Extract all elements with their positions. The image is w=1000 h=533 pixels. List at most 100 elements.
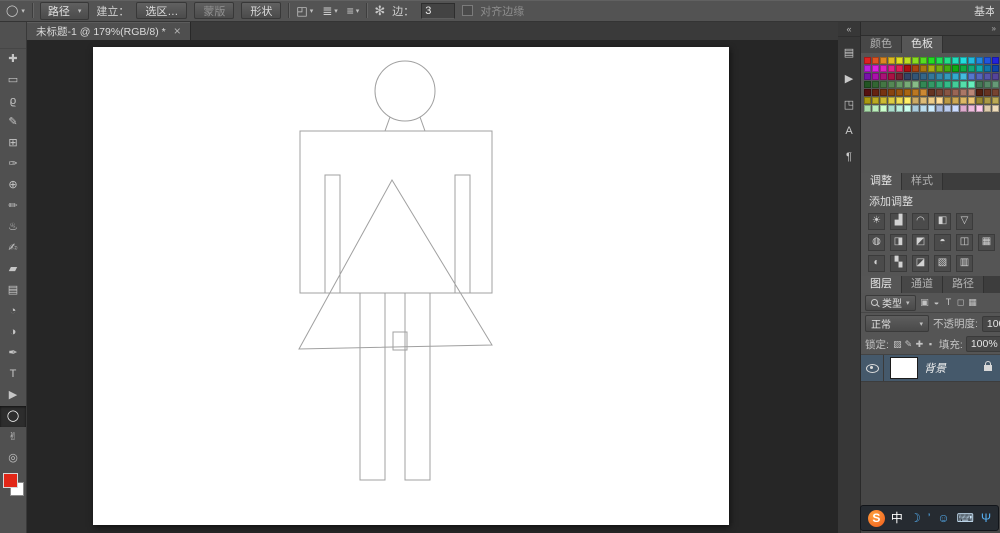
align-edges-checkbox[interactable] [462, 5, 473, 16]
make-selection-button[interactable]: 选区… [136, 2, 187, 19]
color-swatch[interactable] [880, 97, 887, 104]
edge-weight-input[interactable] [421, 3, 455, 19]
levels-adjustment-icon[interactable]: ▟ [890, 213, 907, 230]
color-swatch[interactable] [976, 97, 983, 104]
color-swatch[interactable] [936, 89, 943, 96]
color-swatch[interactable] [888, 65, 895, 72]
path-selection-tool[interactable]: ▶ [0, 385, 26, 406]
color-swatch[interactable] [952, 65, 959, 72]
filter-smart-objects-icon[interactable]: ▦ [967, 296, 979, 309]
lock-all-icon[interactable]: ▪ [925, 338, 936, 351]
black-white-adjustment-icon[interactable]: ◩ [912, 234, 929, 251]
tab-swatches[interactable]: 色板 [902, 36, 943, 53]
color-swatch[interactable] [976, 105, 983, 112]
character-panel-icon[interactable]: A [838, 122, 860, 141]
exposure-adjustment-icon[interactable]: ◧ [934, 213, 951, 230]
color-swatch[interactable] [912, 57, 919, 64]
color-swatch[interactable] [880, 57, 887, 64]
rectangular-marquee-tool[interactable]: ▭ [0, 70, 26, 91]
color-swatch[interactable] [920, 89, 927, 96]
color-swatch[interactable] [944, 89, 951, 96]
opacity-value[interactable]: 100% [982, 316, 1000, 332]
tab-styles[interactable]: 样式 [902, 173, 943, 190]
color-swatch[interactable] [952, 97, 959, 104]
color-swatch[interactable] [944, 97, 951, 104]
filter-shape-layers-icon[interactable]: ◻ [955, 296, 967, 309]
color-swatch[interactable] [928, 105, 935, 112]
ime-emoji-icon[interactable]: ☺ [937, 507, 949, 529]
close-document-icon[interactable]: × [174, 26, 181, 36]
color-swatch[interactable] [936, 57, 943, 64]
color-swatch[interactable] [960, 57, 967, 64]
make-mask-button[interactable]: 蒙版 [194, 2, 234, 19]
brush-tool[interactable]: ✏ [0, 196, 26, 217]
quick-selection-tool[interactable]: ✎ [0, 112, 26, 133]
color-swatch[interactable] [872, 65, 879, 72]
color-swatch[interactable] [872, 81, 879, 88]
color-swatch[interactable] [960, 65, 967, 72]
color-swatch[interactable] [984, 105, 991, 112]
color-swatch[interactable] [976, 81, 983, 88]
path-arrange-dropdown[interactable]: ≡▾ [347, 4, 360, 18]
path-alignment-dropdown[interactable]: ≣▾ [322, 4, 338, 18]
color-swatch[interactable] [928, 81, 935, 88]
clone-source-panel-icon[interactable]: ◳ [838, 96, 860, 115]
color-swatch[interactable] [968, 73, 975, 80]
workspace-switcher[interactable]: 基本功能 [974, 3, 994, 19]
color-swatch[interactable] [904, 97, 911, 104]
paragraph-panel-icon[interactable]: ¶ [838, 148, 860, 167]
color-swatch[interactable] [984, 73, 991, 80]
tool-preset-dropdown[interactable]: ◯ ▾ [6, 4, 25, 17]
tab-adjustments[interactable]: 调整 [861, 173, 902, 190]
foreground-color-well[interactable] [3, 473, 18, 488]
color-swatch[interactable] [888, 73, 895, 80]
color-swatch[interactable] [968, 81, 975, 88]
color-swatch[interactable] [928, 73, 935, 80]
color-swatch[interactable] [872, 57, 879, 64]
color-swatch[interactable] [976, 89, 983, 96]
color-swatch[interactable] [864, 81, 871, 88]
color-swatch[interactable] [920, 73, 927, 80]
color-swatch[interactable] [992, 57, 999, 64]
tool-mode-select[interactable]: 路径 ▾ [40, 2, 90, 20]
layer-row-background[interactable]: 背景 [861, 355, 1000, 382]
color-swatch[interactable] [912, 81, 919, 88]
lock-image-pixels-icon[interactable]: ✎ [903, 338, 914, 351]
document-canvas[interactable] [93, 47, 729, 525]
color-swatch[interactable] [984, 89, 991, 96]
color-swatch[interactable] [888, 81, 895, 88]
color-swatch[interactable] [896, 73, 903, 80]
clone-stamp-tool[interactable]: ♨ [0, 217, 26, 238]
color-swatch[interactable] [912, 105, 919, 112]
make-shape-button[interactable]: 形状 [241, 2, 281, 19]
color-swatch[interactable] [944, 105, 951, 112]
color-swatch[interactable] [952, 105, 959, 112]
color-swatch[interactable] [920, 105, 927, 112]
color-swatch[interactable] [984, 97, 991, 104]
color-swatch[interactable] [960, 89, 967, 96]
color-swatch[interactable] [896, 81, 903, 88]
color-swatch[interactable] [912, 65, 919, 72]
color-swatch[interactable] [944, 65, 951, 72]
color-swatch[interactable] [968, 65, 975, 72]
color-balance-adjustment-icon[interactable]: ◨ [890, 234, 907, 251]
color-swatch[interactable] [928, 89, 935, 96]
color-swatch[interactable] [992, 81, 999, 88]
canvas-area[interactable] [27, 40, 838, 533]
hue-saturation-adjustment-icon[interactable]: ◍ [868, 234, 885, 251]
color-swatch[interactable] [912, 97, 919, 104]
lasso-tool[interactable]: ϱ [0, 91, 26, 112]
color-swatch[interactable] [920, 81, 927, 88]
brightness-contrast-adjustment-icon[interactable]: ☀ [868, 213, 885, 230]
color-swatch[interactable] [936, 65, 943, 72]
actions-panel-icon[interactable]: ▶ [838, 70, 860, 89]
ime-keyboard-icon[interactable]: ⌨ [957, 507, 974, 529]
color-swatch[interactable] [968, 105, 975, 112]
ime-punctuation-icon[interactable]: ’ [928, 507, 931, 529]
color-swatch[interactable] [960, 73, 967, 80]
eraser-tool[interactable]: ▰ [0, 259, 26, 280]
channel-mixer-adjustment-icon[interactable]: ◫ [956, 234, 973, 251]
color-swatch[interactable] [968, 97, 975, 104]
color-swatch[interactable] [920, 57, 927, 64]
color-swatch[interactable] [872, 105, 879, 112]
